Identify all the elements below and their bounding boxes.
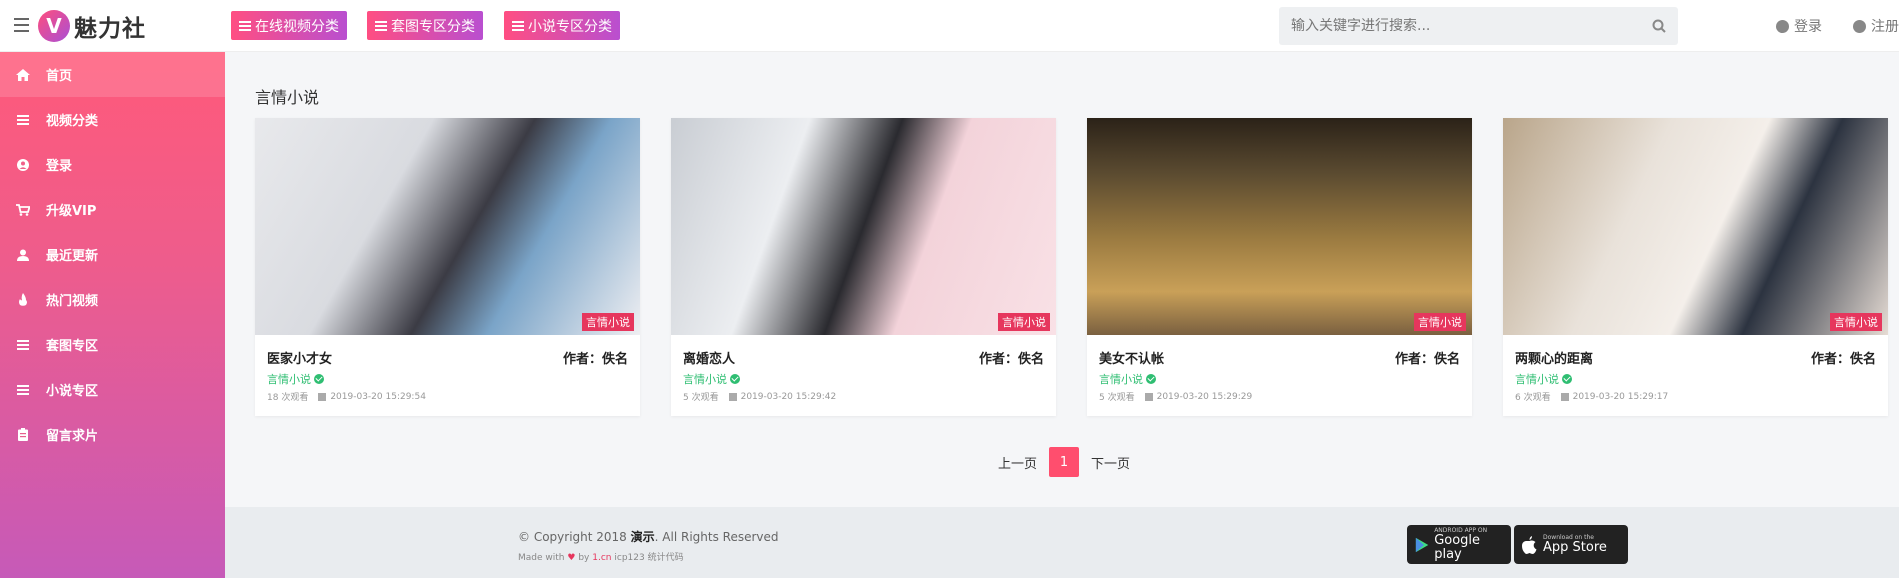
card-meta: 6 次观看 2019-03-20 15:29:17 (1515, 391, 1669, 404)
sidebar-item-video-categories[interactable]: 视频分类 (0, 97, 225, 142)
novel-card[interactable]: 言情小说 离婚恋人 作者：佚名 言情小说 5 次观看 2019-03-20 15:… (671, 118, 1056, 416)
card-author: 作者：佚名 (1394, 352, 1460, 367)
category-button-gallery[interactable]: 套图专区分类 (367, 11, 483, 40)
prev-page-link[interactable]: 上一页 (998, 453, 1037, 472)
list-icon (16, 338, 30, 352)
section-title: 言情小说 (255, 88, 320, 107)
current-page[interactable]: 1 (1049, 447, 1080, 477)
sidebar-item-novels[interactable]: 小说专区 (0, 367, 225, 412)
novel-card[interactable]: 言情小说 两颗心的距离 作者：佚名 言情小说 6 次观看 2019-03-20 1… (1503, 118, 1888, 416)
register-link[interactable]: 注册 (1853, 16, 1899, 36)
user-circle-icon (1776, 19, 1789, 33)
user-icon (16, 248, 30, 262)
card-tag: 言情小说 (998, 313, 1050, 331)
category-button-novel[interactable]: 小说专区分类 (504, 11, 620, 40)
sidebar: 首页 视频分类 登录 升级VIP 最近更新 热门视频 套图专区 小说专区 留言求… (0, 52, 225, 578)
home-icon (16, 68, 30, 82)
verified-icon (730, 374, 740, 384)
card-tag: 言情小说 (1830, 313, 1882, 331)
card-meta: 18 次观看 2019-03-20 15:29:54 (267, 391, 426, 404)
clipboard-icon (16, 428, 30, 442)
heart-icon: ♥ (567, 553, 576, 563)
google-play-button[interactable]: ANDROID APP ON Google play (1407, 525, 1511, 564)
sidebar-item-login[interactable]: 登录 (0, 142, 225, 187)
register-icon (1853, 19, 1866, 33)
verified-icon (1562, 374, 1572, 384)
site-logo[interactable]: V 魅力社 (38, 9, 146, 43)
list-icon (16, 113, 30, 127)
card-author: 作者：佚名 (562, 352, 628, 367)
card-category[interactable]: 言情小说 (1515, 371, 1572, 387)
search-icon[interactable] (1640, 7, 1678, 45)
card-author: 作者：佚名 (978, 352, 1044, 367)
list-icon (375, 19, 387, 33)
card-title[interactable]: 两颗心的距离 (1515, 348, 1593, 367)
sidebar-item-recent[interactable]: 最近更新 (0, 232, 225, 277)
card-tag: 言情小说 (1414, 313, 1466, 331)
logo-badge: V (38, 10, 70, 42)
card-meta: 5 次观看 2019-03-20 15:29:29 (1099, 391, 1253, 404)
sidebar-item-gallery[interactable]: 套图专区 (0, 322, 225, 367)
stats-link[interactable]: 统计代码 (648, 553, 684, 563)
pagination: 上一页 1 下一页 (998, 447, 1130, 477)
card-tag: 言情小说 (582, 313, 634, 331)
apple-icon (1522, 535, 1537, 554)
calendar-icon (728, 392, 737, 401)
next-page-link[interactable]: 下一页 (1091, 453, 1130, 472)
card-title[interactable]: 美女不认帐 (1099, 348, 1164, 367)
list-icon (239, 19, 251, 33)
card-thumbnail[interactable]: 言情小说 (255, 118, 640, 335)
menu-toggle-icon[interactable] (14, 18, 29, 33)
list-icon (512, 19, 524, 33)
login-link[interactable]: 登录 (1776, 16, 1822, 36)
novel-card[interactable]: 言情小说 医家小才女 作者：佚名 言情小说 18 次观看 2019-03-20 1… (255, 118, 640, 416)
card-category[interactable]: 言情小说 (683, 371, 740, 387)
card-meta: 5 次观看 2019-03-20 15:29:42 (683, 391, 837, 404)
verified-icon (1146, 374, 1156, 384)
calendar-icon (1560, 392, 1569, 401)
made-with: Made with ♥ by 1.cn icp123 统计代码 (518, 553, 684, 563)
list-icon (16, 383, 30, 397)
card-thumbnail[interactable]: 言情小说 (1503, 118, 1888, 335)
site-name-link[interactable]: 演示 (631, 530, 655, 544)
top-header: V 魅力社 在线视频分类 套图专区分类 小说专区分类 登录 注册 (0, 0, 1899, 52)
search-input[interactable] (1279, 18, 1640, 34)
app-store-button[interactable]: Download on the App Store (1514, 525, 1628, 564)
search-box (1279, 7, 1678, 45)
sidebar-item-requests[interactable]: 留言求片 (0, 412, 225, 457)
category-button-video[interactable]: 在线视频分类 (231, 11, 347, 40)
novel-card[interactable]: 言情小说 美女不认帐 作者：佚名 言情小说 5 次观看 2019-03-20 15… (1087, 118, 1472, 416)
copyright: © Copyright 2018 演示. All Rights Reserved (518, 530, 779, 544)
cart-icon (16, 203, 30, 217)
card-title[interactable]: 离婚恋人 (683, 348, 735, 367)
card-author: 作者：佚名 (1810, 352, 1876, 367)
sidebar-item-home[interactable]: 首页 (0, 52, 225, 97)
calendar-icon (1144, 392, 1153, 401)
sidebar-item-upgrade-vip[interactable]: 升级VIP (0, 187, 225, 232)
fire-icon (16, 293, 30, 307)
footer: © Copyright 2018 演示. All Rights Reserved… (225, 507, 1899, 578)
author-link[interactable]: 1.cn (592, 553, 611, 563)
sidebar-item-hot-videos[interactable]: 热门视频 (0, 277, 225, 322)
user-circle-icon (16, 158, 30, 172)
card-thumbnail[interactable]: 言情小说 (671, 118, 1056, 335)
verified-icon (314, 374, 324, 384)
calendar-icon (318, 392, 327, 401)
card-category[interactable]: 言情小说 (1099, 371, 1156, 387)
logo-text: 魅力社 (74, 16, 146, 42)
card-thumbnail[interactable]: 言情小说 (1087, 118, 1472, 335)
google-play-icon (1415, 537, 1429, 552)
card-title[interactable]: 医家小才女 (267, 348, 332, 367)
card-category[interactable]: 言情小说 (267, 371, 324, 387)
